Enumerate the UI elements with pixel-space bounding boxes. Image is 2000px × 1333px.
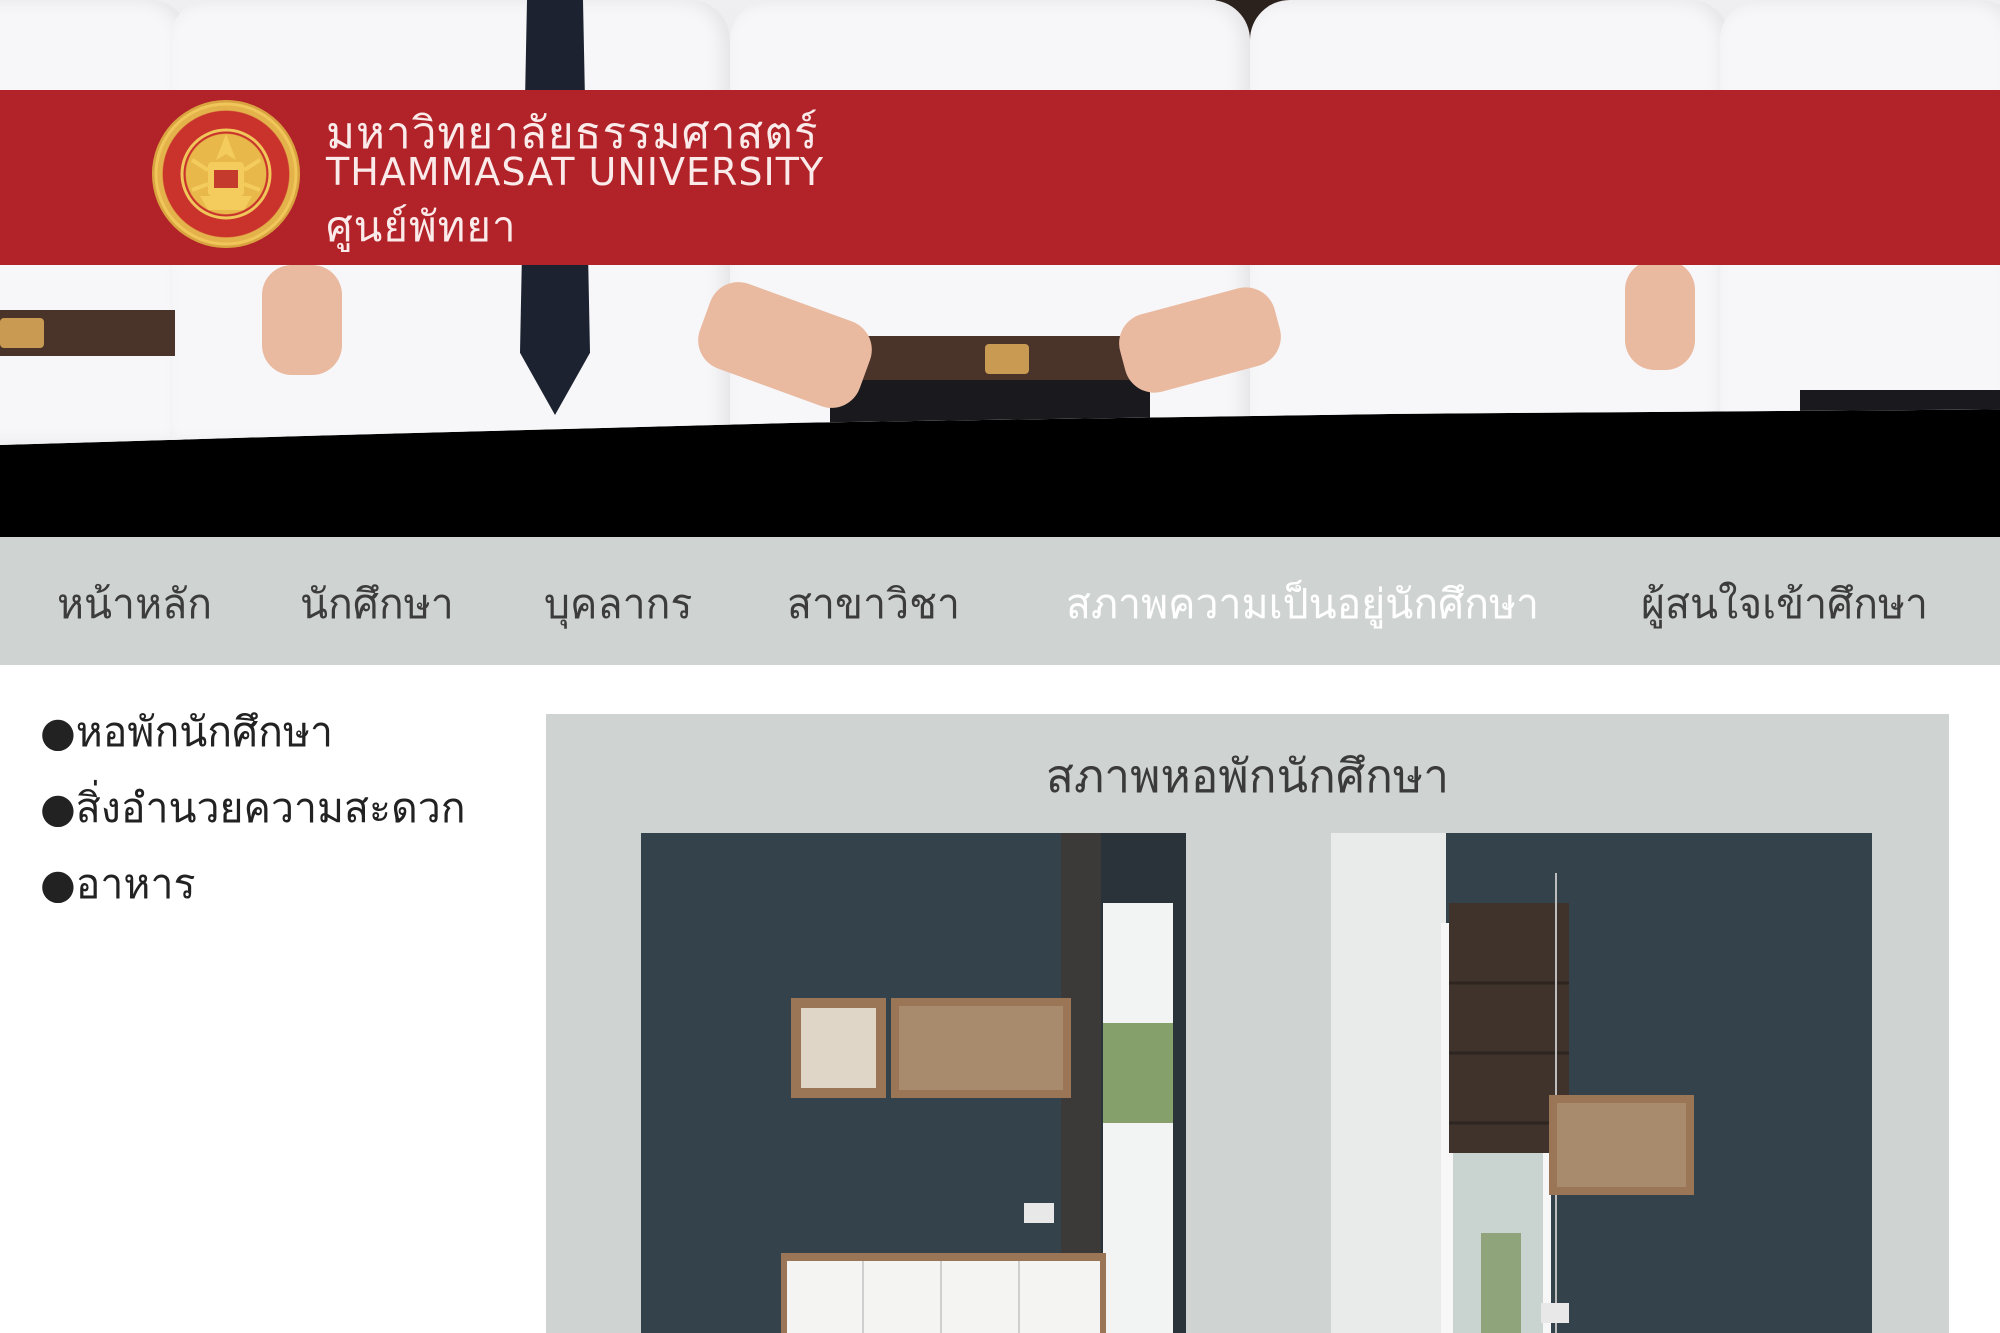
brand-bar xyxy=(0,90,2000,265)
nav-item-students[interactable]: นักศึกษา xyxy=(300,572,454,637)
dorm-room-photo xyxy=(641,833,1186,1333)
nav-item-programs[interactable]: สาขาวิชา xyxy=(787,572,960,637)
university-name-english: THAMMASAT UNIVERSITY xyxy=(326,150,825,194)
dormitory-panel: สภาพหอพักนักศึกษา xyxy=(546,714,1949,1333)
nav-item-admissions[interactable]: ผู้สนใจเข้าศึกษา xyxy=(1641,572,1928,637)
panel-title: สภาพหอพักนักศึกษา xyxy=(1045,749,1450,803)
nav-item-personnel[interactable]: บุคลากร xyxy=(544,572,692,637)
dorm-room-window-photo xyxy=(1331,833,1872,1333)
nav-item-home[interactable]: หน้าหลัก xyxy=(57,572,212,637)
campus-name: ศูนย์พัทยา xyxy=(326,202,517,251)
university-seal-icon[interactable] xyxy=(152,100,300,248)
nav-item-student-living[interactable]: สภาพความเป็นอยู่นักศึกษา xyxy=(1066,572,1539,637)
sidebar-item-dormitory[interactable]: ●หอพักนักศึกษา xyxy=(40,700,333,765)
main-navigation: หน้าหลัก นักศึกษา บุคลากร สาขาวิชา สภาพค… xyxy=(0,537,2000,665)
hero-banner: มหาวิทยาลัยธรรมศาสตร์ THAMMASAT UNIVERSI… xyxy=(0,0,2000,537)
sidebar-item-food[interactable]: ●อาหาร xyxy=(40,852,196,917)
sidebar-item-facilities[interactable]: ●สิ่งอำนวยความสะดวก xyxy=(40,776,466,841)
